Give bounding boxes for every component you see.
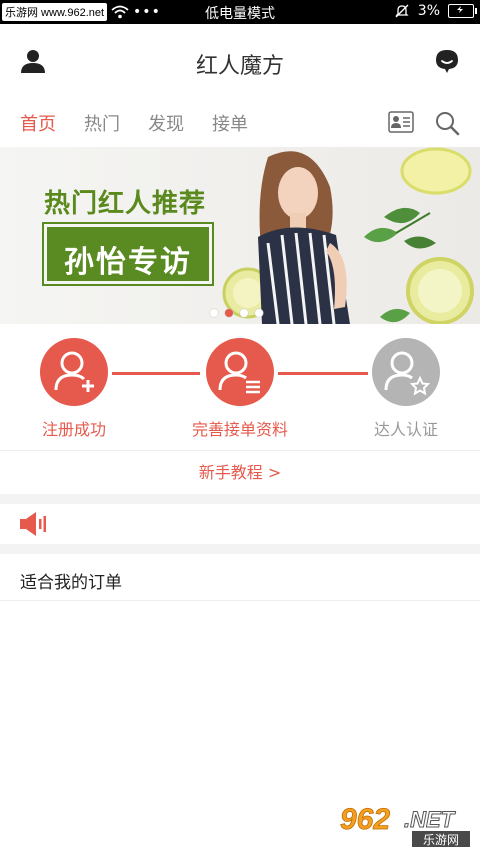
user-add-icon (40, 338, 108, 406)
battery-icon (448, 4, 477, 18)
svg-text:.NET: .NET (404, 807, 456, 832)
onboarding-steps: 注册成功 完善接单资料 达人认证 (0, 324, 480, 450)
announcement-bar[interactable] (0, 504, 480, 544)
tab-home[interactable]: 首页 (20, 110, 56, 136)
tab-orders[interactable]: 接单 (212, 110, 248, 136)
tab-discover[interactable]: 发现 (148, 110, 184, 136)
step-verification[interactable]: 达人认证 (346, 338, 466, 440)
app-header: 红人魔方 (0, 24, 480, 100)
beginner-tutorial-link[interactable]: 新手教程 > (0, 450, 480, 495)
orders-section-title: 适合我的订单 (20, 573, 122, 593)
svg-text:乐游网: 乐游网 (423, 833, 459, 847)
step-label: 达人认证 (373, 420, 438, 439)
speaker-icon (20, 512, 46, 536)
step-complete-profile[interactable]: 完善接单资料 (180, 338, 300, 440)
search-icon[interactable] (434, 110, 460, 136)
tab-hot[interactable]: 热门 (84, 110, 120, 136)
step-label: 注册成功 (41, 420, 106, 439)
message-icon[interactable] (434, 48, 460, 74)
section-divider (0, 494, 480, 504)
id-card-icon[interactable] (388, 110, 414, 134)
carousel-dot[interactable] (255, 309, 263, 317)
mute-bell-icon (395, 4, 409, 18)
status-bar: 乐游网 www.962.net ••• 低电量模式 3% (0, 0, 480, 24)
svg-text:962: 962 (340, 803, 390, 836)
section-divider (0, 544, 480, 554)
site-logo-watermark: 962 .NET 乐游网 (338, 799, 474, 849)
banner-model-photo (222, 147, 474, 324)
carousel-dot[interactable] (240, 309, 248, 317)
top-tab-bar: 首页 热门 发现 接单 (0, 100, 480, 146)
user-star-icon (372, 338, 440, 406)
step-label: 完善接单资料 (191, 420, 288, 439)
battery-percent: 3% (417, 3, 440, 19)
user-list-icon (206, 338, 274, 406)
app-title: 红人魔方 (195, 54, 284, 79)
orders-section-header: 适合我的订单 (0, 554, 480, 601)
carousel-dot-active[interactable] (225, 309, 233, 317)
step-register[interactable]: 注册成功 (14, 338, 134, 440)
carousel-dot[interactable] (210, 309, 218, 317)
promo-banner[interactable]: 热门红人推荐 孙怡专访 (0, 147, 480, 324)
carousel-indicator[interactable] (210, 309, 263, 317)
